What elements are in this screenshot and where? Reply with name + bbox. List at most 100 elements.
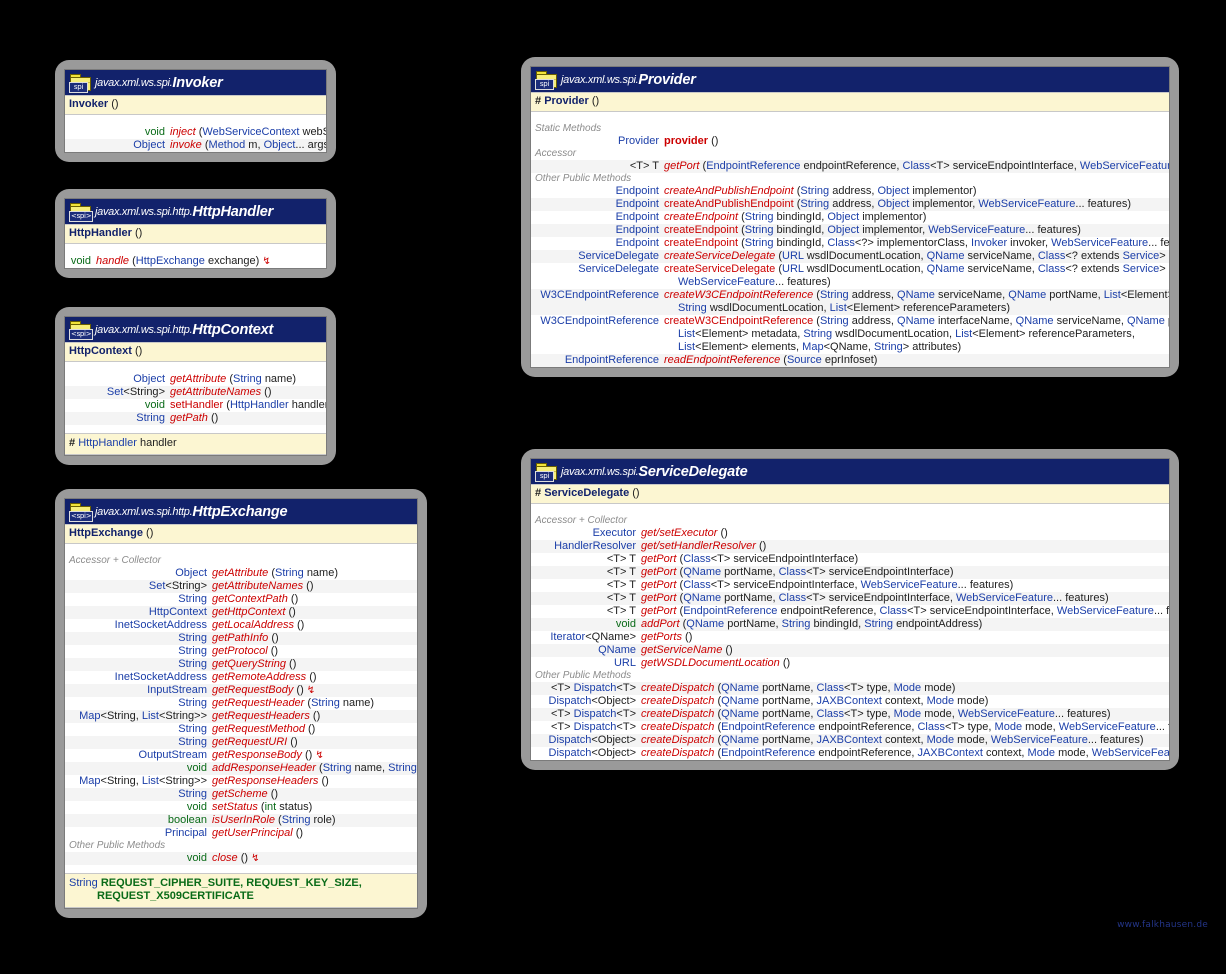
class-name-label: HttpExchange: [192, 503, 288, 520]
constructor-name: HttpContext: [69, 345, 132, 357]
member-signature: getRequestHeaders (): [212, 710, 321, 722]
throws-icon: ↯: [251, 853, 260, 864]
member-signature: getPorts (): [641, 631, 693, 643]
class-name-label: HttpHandler: [192, 203, 274, 220]
member-row: Iterator<QName> getPorts (): [531, 631, 1169, 644]
member-return-type: String: [178, 645, 207, 657]
member-return-type: InetSocketAddress: [114, 671, 207, 683]
member-row: Endpoint createEndpoint (String bindingId…: [531, 211, 1169, 224]
member-return-type: Set<String>: [148, 580, 207, 592]
class-box-httpexchange[interactable]: <spi> javax.xml.ws.spi.http. HttpExchange H…: [55, 489, 427, 918]
member-signature: createDispatch (QName portName, JAXBCont…: [641, 734, 1144, 746]
constructor-params: (): [146, 527, 154, 539]
member-signature: getPort (Class<T> serviceEndpointInterfa…: [641, 579, 1014, 591]
member-return-type: ServiceDelegate: [578, 263, 659, 275]
member-signature: getRequestHeader (String name): [212, 697, 375, 709]
class-box-httphandler[interactable]: <spi> javax.xml.ws.spi.http. HttpHandler Ht…: [55, 189, 336, 278]
spacer: [65, 362, 326, 373]
throws-icon: ↯: [315, 750, 324, 761]
member-row: W3CEndpointReference createW3CEndpointRef…: [531, 289, 1169, 315]
spacer: [65, 425, 326, 433]
member-signature: addPort (QName portName, String bindingI…: [641, 618, 983, 630]
class-name-label: Invoker: [172, 74, 223, 91]
member-row: Endpoint createAndPublishEndpoint (String…: [531, 198, 1169, 211]
spacer: [65, 544, 417, 555]
members-region: Static Methods Provider provider () Accesso…: [531, 112, 1169, 367]
class-name-label: ServiceDelegate: [638, 463, 748, 480]
member-row: void setHandler (HttpHandler handler): [65, 399, 326, 412]
class-box-servicedelegate[interactable]: spi javax.xml.ws.spi. ServiceDelegate # Ser…: [521, 449, 1179, 770]
member-return-type: String: [178, 697, 207, 709]
class-box-provider[interactable]: spi javax.xml.ws.spi. Provider # Provider (…: [521, 57, 1179, 377]
throws-icon: ↯: [262, 256, 271, 267]
constructor-name: ServiceDelegate: [544, 487, 630, 499]
member-return-type: String: [178, 658, 207, 670]
member-signature: setHandler (HttpHandler handler): [170, 399, 326, 411]
member-row: <T> T getPort (EndpointReference endpoint…: [531, 605, 1169, 618]
member-signature: readEndpointReference (Source eprInfoset…: [664, 354, 878, 366]
member-row: Set<String> getAttributeNames (): [65, 386, 326, 399]
constructor-name: HttpHandler: [69, 227, 132, 239]
class-box-invoker[interactable]: spi javax.xml.ws.spi. Invoker Invoker () voi…: [55, 60, 336, 162]
member-row: W3CEndpointReference createW3CEndpointRef…: [531, 315, 1169, 354]
member-signature: createDispatch (EndpointReference endpoi…: [641, 721, 1169, 733]
member-signature: addResponseHeader (String name, String v…: [212, 762, 417, 774]
member-row: <T> Dispatch<T> createDispatch (QName por…: [531, 708, 1169, 721]
visibility-marker: #: [535, 487, 542, 499]
field-row: String REQUEST_CIPHER_SUITE, REQUEST_KEY…: [69, 877, 413, 903]
member-signature: createServiceDelegate (URL wsdlDocumentL…: [664, 263, 1169, 288]
member-signature: getRequestMethod (): [212, 723, 316, 735]
member-signature: getAttributeNames (): [170, 386, 272, 398]
member-signature: getPathInfo (): [212, 632, 279, 644]
member-row: void inject (WebServiceContext webService…: [65, 126, 326, 139]
member-row: <T> T getPort (Class<T> serviceEndpointIn…: [531, 553, 1169, 566]
member-return-type: void: [186, 801, 207, 813]
class-package-label: javax.xml.ws.spi.http.: [95, 205, 193, 218]
member-return-type: Executor: [592, 527, 636, 539]
member-return-type: Endpoint: [615, 237, 659, 249]
member-signature: createEndpoint (String bindingId, Object…: [664, 211, 927, 223]
package-spi-interface-icon: <spi>: [69, 320, 94, 340]
member-signature: getResponseBody () ↯: [212, 749, 324, 761]
member-return-type: <T> T: [606, 605, 636, 617]
member-signature: getPort (Class<T> serviceEndpointInterfa…: [641, 553, 859, 565]
field-type: HttpHandler: [78, 437, 137, 449]
member-return-type: Endpoint: [615, 211, 659, 223]
visibility-marker: #: [69, 437, 76, 449]
member-row: URL getWSDLDocumentLocation (): [531, 657, 1169, 670]
member-return-type: String: [178, 736, 207, 748]
member-signature: getUserPrincipal (): [212, 827, 304, 839]
member-signature: createAndPublishEndpoint (String address…: [664, 198, 1132, 210]
member-signature: createW3CEndpointReference (String addre…: [664, 289, 1169, 314]
spacer: [65, 865, 417, 873]
class-package-label: javax.xml.ws.spi.: [95, 76, 173, 89]
member-return-type: Dispatch<Object>: [548, 747, 636, 759]
member-signature: getRequestBody () ↯: [212, 684, 316, 696]
member-return-type: EndpointReference: [564, 354, 659, 366]
member-signature: get/setHandlerResolver (): [641, 540, 767, 552]
member-signature: get/setExecutor (): [641, 527, 728, 539]
member-return-type: <T> T: [606, 566, 636, 578]
member-group-label: Other Public Methods: [531, 173, 1169, 185]
class-package-label: javax.xml.ws.spi.: [561, 73, 639, 86]
field-name: handler: [139, 437, 177, 449]
class-box-httpcontext[interactable]: <spi> javax.xml.ws.spi.http. HttpContext Ht…: [55, 307, 336, 465]
member-return-type: <T> Dispatch<T>: [551, 708, 636, 720]
member-row: boolean isUserInRole (String role): [65, 814, 417, 827]
member-row: <T> T getPort (EndpointReference endpoint…: [531, 160, 1169, 173]
member-return-type: W3CEndpointReference: [540, 289, 659, 301]
member-row: String getRequestURI (): [65, 736, 417, 749]
field-name: REQUEST_CIPHER_SUITE, REQUEST_KEY_SIZE,: [100, 877, 362, 889]
member-row: String getPath (): [65, 412, 326, 425]
constructor-band: HttpHandler (): [65, 224, 326, 244]
members-region: Object getAttribute (String name) Set<Stri…: [65, 362, 326, 425]
member-signature: setStatus (int status): [212, 801, 313, 813]
member-return-type: Object: [133, 373, 165, 385]
member-return-type: InetSocketAddress: [114, 619, 207, 631]
member-row: Endpoint createAndPublishEndpoint (String…: [531, 185, 1169, 198]
member-row: Dispatch<Object> createDispatch (QName po…: [531, 695, 1169, 708]
member-return-type: void: [186, 852, 207, 864]
member-row: String getRequestMethod (): [65, 723, 417, 736]
member-signature: createW3CEndpointReference (String addre…: [664, 315, 1169, 353]
member-return-type: Set<String>: [106, 386, 165, 398]
